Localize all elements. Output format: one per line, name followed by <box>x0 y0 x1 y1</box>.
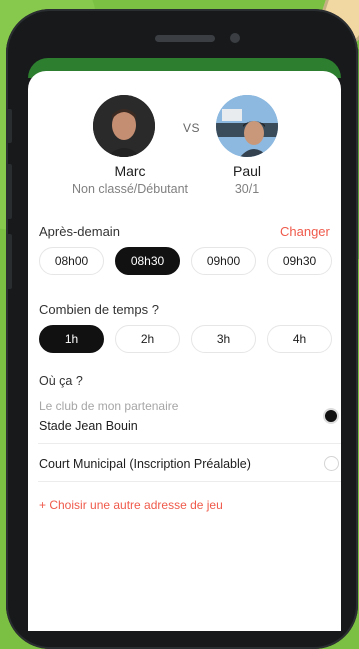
time-slot-0900[interactable]: 09h00 <box>191 247 256 275</box>
phone-side-button <box>6 164 12 219</box>
phone-side-button <box>6 109 12 143</box>
venue-radio[interactable] <box>324 456 339 471</box>
player-rank: Non classé/Débutant <box>71 182 189 196</box>
player-left: Marc Non classé/Débutant <box>70 95 190 196</box>
time-slot-0830[interactable]: 08h30 <box>115 247 180 275</box>
venue-option-label[interactable]: Court Municipal (Inscription Préalable) <box>39 457 251 471</box>
duration-2h[interactable]: 2h <box>115 325 180 353</box>
speaker-grille <box>155 35 215 42</box>
date-label: Après-demain <box>39 224 120 239</box>
divider <box>38 481 341 482</box>
avatar[interactable] <box>93 95 155 157</box>
versus-label: VS <box>183 121 201 135</box>
player-name: Marc <box>114 163 146 179</box>
duration-4h[interactable]: 4h <box>267 325 332 353</box>
player-name: Paul <box>232 163 262 179</box>
match-setup-screen: Marc Non classé/Débutant VS Paul 30/1 Ap… <box>28 71 341 631</box>
duration-1h[interactable]: 1h <box>39 325 104 353</box>
time-slot-0800[interactable]: 08h00 <box>39 247 104 275</box>
change-date-link[interactable]: Changer <box>280 224 330 239</box>
avatar[interactable] <box>216 95 278 157</box>
duration-3h[interactable]: 3h <box>191 325 256 353</box>
location-label: Où ça ? <box>39 374 83 388</box>
player-right: Paul 30/1 <box>202 95 292 196</box>
venue-option-label[interactable]: Stade Jean Bouin <box>39 419 138 433</box>
phone-side-button <box>6 234 12 289</box>
divider <box>38 443 341 444</box>
add-address-link[interactable]: + Choisir une autre adresse de jeu <box>39 498 223 512</box>
avatar-photo-icon <box>216 95 278 157</box>
partner-club-label: Le club de mon partenaire <box>39 399 179 413</box>
avatar-photo-icon <box>93 95 155 157</box>
front-camera <box>230 33 240 43</box>
venue-radio-selected[interactable] <box>323 408 339 424</box>
player-rank: 30/1 <box>234 182 260 196</box>
duration-label: Combien de temps ? <box>39 302 159 317</box>
time-slot-0930[interactable]: 09h30 <box>267 247 332 275</box>
